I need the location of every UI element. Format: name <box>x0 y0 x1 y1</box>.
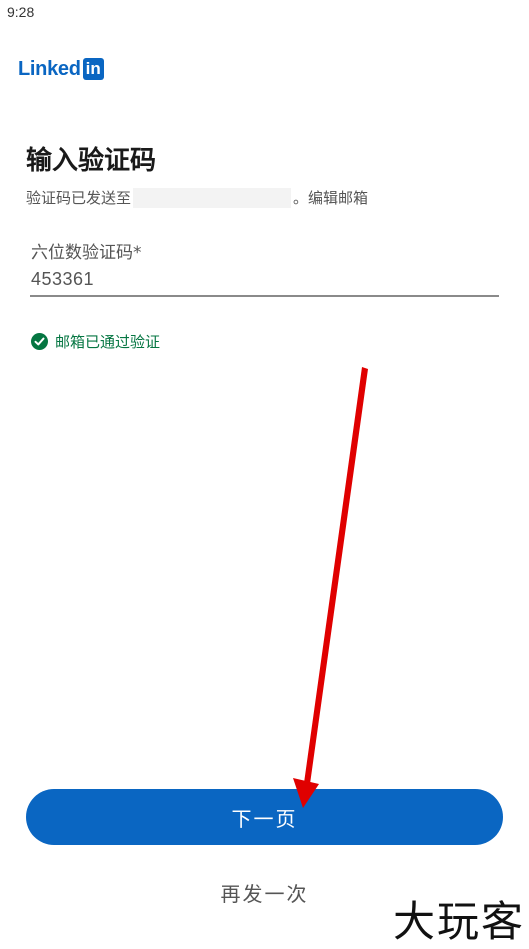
next-button[interactable]: 下一页 <box>26 789 503 845</box>
status-bar-time: 9:28 <box>7 4 35 20</box>
logo-text: Linked <box>18 57 81 80</box>
edit-email-link[interactable]: 编辑邮箱 <box>308 187 368 208</box>
watermark: 大玩客 <box>392 897 525 946</box>
subtitle: 验证码已发送至 。 编辑邮箱 <box>26 187 368 208</box>
check-circle-icon <box>31 333 48 350</box>
logo-box: in <box>82 58 104 80</box>
code-field-label: 六位数验证码* <box>31 243 142 263</box>
code-input-underline <box>30 295 499 297</box>
verified-status: 邮箱已通过验证 <box>31 331 160 352</box>
verified-text: 邮箱已通过验证 <box>55 333 161 351</box>
subtitle-prefix: 验证码已发送至 <box>26 189 132 207</box>
page-title: 输入验证码 <box>26 146 157 176</box>
subtitle-suffix: 。 <box>293 189 309 207</box>
email-masked <box>133 187 292 208</box>
linkedin-logo: Linked in <box>18 57 104 81</box>
code-input[interactable]: 453361 <box>31 269 94 290</box>
